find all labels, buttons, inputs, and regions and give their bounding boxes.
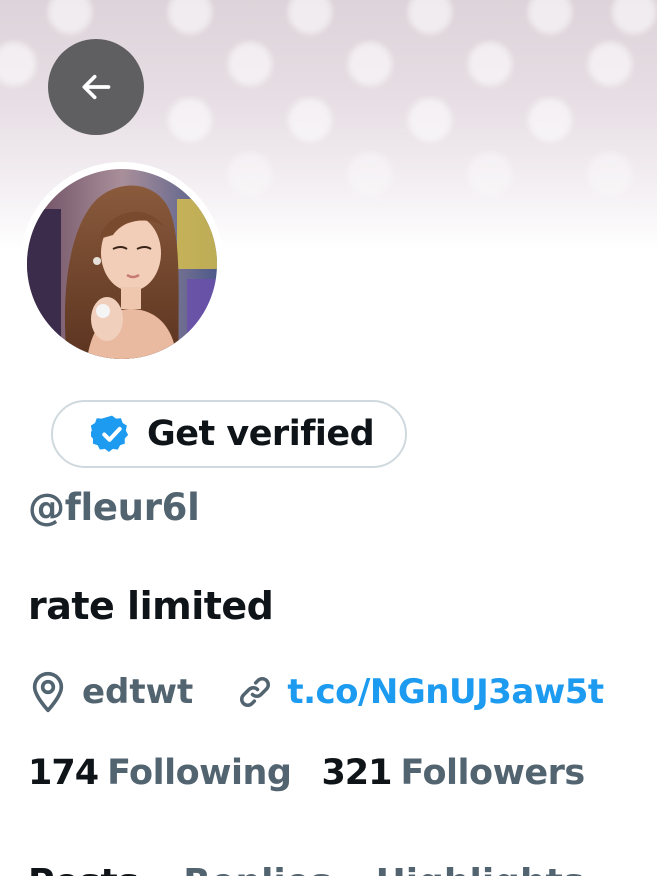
banner-bokeh bbox=[528, 0, 572, 34]
location-text: edtwt bbox=[82, 672, 194, 712]
tab-highlights[interactable]: Highlights bbox=[376, 862, 585, 876]
banner-bokeh bbox=[408, 98, 452, 142]
followers-count: 321 bbox=[321, 753, 392, 793]
banner-bokeh bbox=[288, 0, 332, 34]
banner-bokeh bbox=[168, 98, 212, 142]
following-count: 174 bbox=[28, 753, 99, 793]
banner-bokeh bbox=[168, 0, 212, 34]
banner-bokeh bbox=[348, 42, 392, 86]
profile-bio: rate limited bbox=[28, 584, 274, 628]
back-button[interactable] bbox=[48, 39, 144, 135]
profile-location: edtwt bbox=[28, 670, 193, 714]
banner-bokeh bbox=[48, 0, 92, 34]
banner-bokeh bbox=[588, 152, 632, 196]
avatar[interactable] bbox=[27, 169, 217, 359]
get-verified-button[interactable]: Get verified bbox=[51, 400, 407, 468]
profile-photo bbox=[27, 169, 217, 359]
banner-bokeh bbox=[288, 98, 332, 142]
banner-bokeh bbox=[588, 42, 632, 86]
arrow-left-icon bbox=[82, 74, 111, 100]
profile-page: Get verified @fleur6l rate limited edtwt… bbox=[0, 0, 657, 876]
profile-tabs: Posts Replies Highlights bbox=[28, 862, 584, 876]
banner-bokeh bbox=[612, 0, 656, 34]
link-icon bbox=[240, 677, 271, 707]
followers-label: Followers bbox=[400, 753, 586, 793]
verified-badge-icon bbox=[91, 415, 129, 452]
profile-handle: @fleur6l bbox=[28, 486, 200, 529]
profile-meta: edtwt t.co/NGnUJ3aw5t bbox=[28, 668, 604, 716]
website-link[interactable]: t.co/NGnUJ3aw5t bbox=[287, 672, 604, 712]
banner-bokeh bbox=[528, 98, 572, 142]
following-stat[interactable]: 174 Following bbox=[28, 753, 292, 793]
followers-stat[interactable]: 321 Followers bbox=[321, 753, 586, 793]
get-verified-label: Get verified bbox=[147, 414, 375, 454]
banner-bokeh bbox=[468, 42, 512, 86]
banner-bokeh bbox=[228, 42, 272, 86]
following-label: Following bbox=[107, 753, 292, 793]
avatar-frame[interactable] bbox=[20, 162, 224, 366]
banner-bokeh bbox=[468, 152, 512, 196]
banner-bokeh bbox=[408, 0, 452, 34]
banner-bokeh bbox=[348, 152, 392, 196]
banner-bokeh bbox=[0, 42, 36, 86]
location-pin-icon bbox=[32, 671, 64, 713]
follow-stats: 174 Following 321 Followers bbox=[28, 753, 585, 793]
tab-replies[interactable]: Replies bbox=[183, 862, 331, 876]
tab-posts[interactable]: Posts bbox=[28, 862, 139, 876]
profile-website[interactable]: t.co/NGnUJ3aw5t bbox=[235, 672, 604, 712]
banner-bokeh bbox=[228, 152, 272, 196]
